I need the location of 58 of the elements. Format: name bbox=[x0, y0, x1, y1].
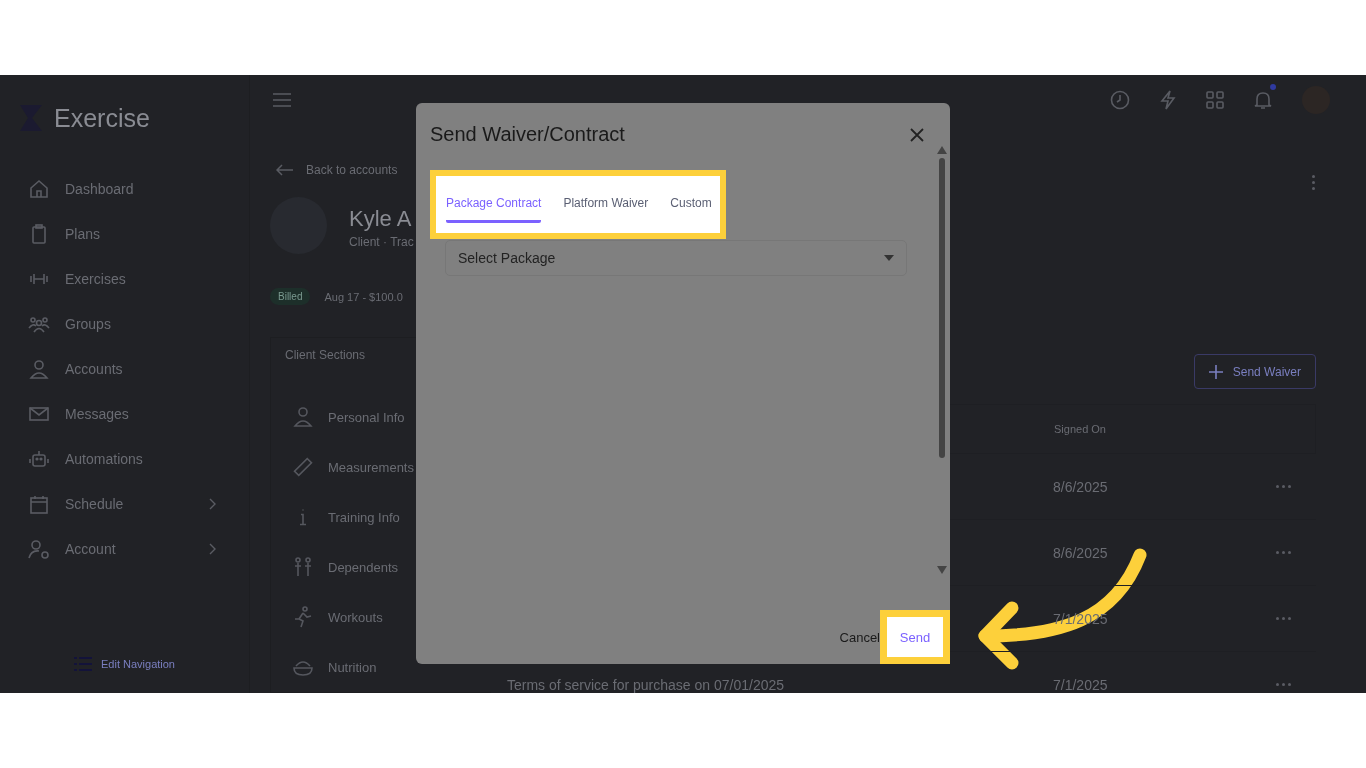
arrow-left-icon bbox=[276, 164, 294, 176]
table-cell: Terms of service for purchase on 07/01/2025 bbox=[507, 676, 785, 693]
send-waiver-button[interactable]: Send Waiver bbox=[1193, 354, 1316, 389]
dialog-title: Send Waiver/Contract bbox=[430, 123, 625, 146]
tab[interactable]: Custom bbox=[670, 176, 712, 223]
scroll-down-icon[interactable] bbox=[937, 566, 947, 574]
sidebar-item[interactable]: Accounts bbox=[0, 346, 249, 391]
sidebar-item[interactable]: Account bbox=[0, 526, 249, 571]
client-section-item[interactable]: Measurements bbox=[285, 442, 491, 492]
send-button[interactable]: Send bbox=[887, 617, 943, 657]
sidebar-item[interactable]: Dashboard bbox=[0, 166, 249, 211]
sidebar-item[interactable]: Exercises bbox=[0, 256, 249, 301]
client-role: Client · Trac bbox=[349, 234, 414, 249]
lightning-icon[interactable] bbox=[1160, 90, 1176, 110]
more-options-icon[interactable] bbox=[1311, 175, 1316, 190]
plus-icon bbox=[1208, 364, 1223, 379]
table-cell-text: 8/6/2025 bbox=[1053, 544, 1109, 561]
runner-icon bbox=[292, 606, 314, 628]
table-cell-text: 7/1/2025 bbox=[1053, 676, 1109, 693]
logo-text: Exercise bbox=[54, 103, 150, 133]
person-icon bbox=[28, 357, 50, 380]
children-icon bbox=[292, 556, 314, 578]
edit-navigation-link[interactable]: Edit Navigation bbox=[74, 657, 175, 671]
back-link[interactable]: Back to accounts bbox=[270, 163, 490, 177]
column-header: Signed On bbox=[1054, 423, 1107, 435]
sidebar-item[interactable]: Plans bbox=[0, 211, 249, 256]
client-section-item[interactable]: Training Info bbox=[285, 492, 491, 542]
tab[interactable]: Platform Waiver bbox=[563, 176, 649, 223]
tab[interactable]: Package Contract bbox=[446, 176, 542, 223]
billing-info: Aug 17 - $100.0 bbox=[324, 290, 403, 303]
cancel-button[interactable]: Cancel bbox=[839, 629, 880, 645]
client-section-item[interactable]: Personal Info bbox=[285, 392, 491, 442]
scroll-up-icon[interactable] bbox=[937, 146, 947, 154]
close-icon[interactable] bbox=[910, 127, 924, 142]
section-title: Client Sections bbox=[285, 348, 367, 362]
client-section-item[interactable]: Nutrition bbox=[285, 642, 491, 692]
menu-icon[interactable] bbox=[273, 93, 291, 107]
sidebar-item[interactable]: Automations bbox=[0, 436, 249, 481]
ruler-icon bbox=[292, 456, 314, 478]
bell-icon[interactable] bbox=[1254, 90, 1272, 110]
sidebar-item[interactable]: Schedule bbox=[0, 481, 249, 526]
chevron-icon bbox=[209, 542, 217, 555]
sidebar-item[interactable]: Groups bbox=[0, 301, 249, 346]
client-section-item[interactable]: Workouts bbox=[285, 592, 491, 642]
person-gear-icon bbox=[28, 537, 50, 560]
home-icon bbox=[28, 177, 50, 200]
sidebar-item[interactable]: Messages bbox=[0, 391, 249, 436]
table-cell-text: 8/6/2025 bbox=[1053, 478, 1109, 495]
client-section-item[interactable]: Dependents bbox=[285, 542, 491, 592]
clock-icon[interactable] bbox=[1110, 90, 1130, 110]
client-name: Kyle A bbox=[349, 204, 413, 233]
grid-icon[interactable] bbox=[1206, 91, 1224, 109]
person-icon bbox=[292, 406, 314, 428]
dropdown-caret-icon bbox=[884, 255, 894, 261]
status-badge: Billed bbox=[270, 288, 311, 305]
chevron-icon bbox=[209, 497, 217, 510]
package-select[interactable]: Select Package bbox=[445, 240, 907, 276]
scrollbar[interactable] bbox=[937, 146, 947, 574]
